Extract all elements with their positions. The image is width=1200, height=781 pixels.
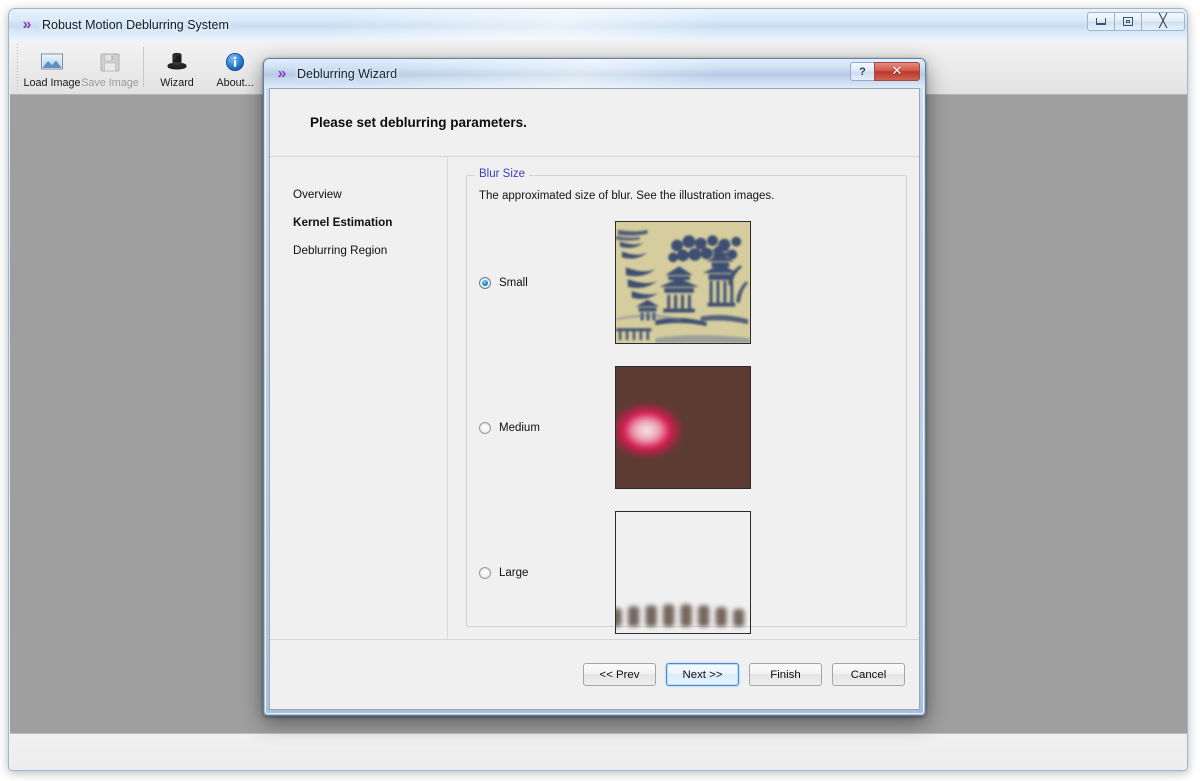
wizard-header: Please set deblurring parameters. — [270, 89, 919, 157]
blurred-azalea-illustration — [616, 367, 750, 488]
radio-option-small[interactable]: Small — [467, 276, 615, 289]
top-hat-icon — [167, 52, 187, 69]
toolbar-label-wizard: Wizard — [160, 76, 194, 89]
blur-size-groupbox: Blur Size The approximated size of blur.… — [466, 168, 907, 634]
nav-item-deblurring-region[interactable]: Deblurring Region — [293, 244, 447, 257]
help-button[interactable]: ? — [850, 62, 875, 81]
wizard-footer: << Prev Next >> Finish Cancel — [270, 639, 919, 709]
toolbar-label-load-image: Load Image — [23, 76, 81, 89]
next-button[interactable]: Next >> — [666, 663, 739, 686]
radio-option-large[interactable]: Large — [467, 566, 615, 579]
main-window-titlebar[interactable]: » Robust Motion Deblurring System ╳ — [9, 9, 1187, 40]
cancel-button[interactable]: Cancel — [832, 663, 905, 686]
wizard-title: Deblurring Wizard — [297, 66, 398, 81]
wizard-close-button[interactable]: ✕ — [874, 62, 920, 81]
main-window-title: Robust Motion Deblurring System — [42, 17, 229, 32]
close-icon: ╳ — [1159, 14, 1167, 29]
minimize-icon — [1096, 18, 1106, 25]
toolbar-separator — [143, 47, 144, 87]
nav-item-overview[interactable]: Overview — [293, 188, 447, 201]
toolbar-button-load-image[interactable]: Load Image — [23, 40, 81, 94]
toolbar-label-about: About... — [216, 76, 254, 89]
maximize-icon — [1123, 17, 1133, 26]
blur-size-option-large: Large — [467, 500, 906, 645]
thumbnail-small-blur[interactable] — [615, 221, 751, 344]
radio-label-medium: Medium — [499, 421, 540, 434]
radio-label-large: Large — [499, 566, 529, 579]
status-bar — [10, 733, 1187, 769]
blur-size-option-medium: Medium — [467, 355, 906, 500]
blur-size-option-small: Small — [467, 210, 906, 355]
info-circle-icon — [225, 52, 245, 71]
blur-size-options: Small Medium Large — [467, 210, 906, 645]
radio-option-medium[interactable]: Medium — [467, 421, 615, 434]
minimize-button[interactable] — [1087, 12, 1115, 31]
radio-label-small: Small — [499, 276, 528, 289]
nav-item-kernel-estimation[interactable]: Kernel Estimation — [293, 216, 447, 229]
thumbnail-medium-blur[interactable] — [615, 366, 751, 489]
wizard-step-nav: Overview Kernel Estimation Deblurring Re… — [270, 158, 448, 640]
wizard-content-pane: Blur Size The approximated size of blur.… — [448, 158, 919, 640]
toolbar-grip[interactable] — [14, 44, 21, 90]
radio-medium-icon[interactable] — [479, 421, 491, 434]
chevron-double-right-icon: » — [18, 16, 35, 33]
close-button[interactable]: ╳ — [1141, 12, 1185, 31]
open-image-icon — [41, 53, 63, 69]
finish-button[interactable]: Finish — [749, 663, 822, 686]
wizard-client-area: Please set deblurring parameters. Overvi… — [269, 88, 920, 710]
colosseum-arches-detail — [616, 604, 745, 627]
chevron-double-right-icon: » — [273, 65, 290, 82]
maximize-button[interactable] — [1114, 12, 1142, 31]
blur-size-description: The approximated size of blur. See the i… — [479, 190, 775, 202]
floppy-save-icon — [100, 53, 120, 71]
desktop-root: » Robust Motion Deblurring System ╳ Load… — [0, 0, 1200, 781]
toolbar-button-wizard[interactable]: Wizard — [148, 40, 206, 94]
prev-button[interactable]: << Prev — [583, 663, 656, 686]
toolbar-button-save-image[interactable]: Save Image — [81, 40, 139, 94]
window-controls: ╳ — [1087, 12, 1185, 31]
wizard-body: Overview Kernel Estimation Deblurring Re… — [270, 158, 919, 640]
blur-size-legend: Blur Size — [475, 168, 530, 180]
wizard-titlebar[interactable]: » Deblurring Wizard ? ✕ — [264, 59, 925, 88]
blue-willow-china-illustration — [616, 222, 750, 343]
radio-small-icon[interactable] — [479, 276, 491, 289]
wizard-window-controls: ? ✕ — [850, 62, 920, 81]
wizard-header-title: Please set deblurring parameters. — [310, 115, 527, 130]
thumbnail-large-blur[interactable] — [615, 511, 751, 634]
radio-large-icon[interactable] — [479, 566, 491, 579]
deblurring-wizard-dialog: » Deblurring Wizard ? ✕ Please set deblu… — [263, 58, 926, 716]
toolbar-label-save-image: Save Image — [81, 76, 139, 89]
toolbar-button-about[interactable]: About... — [206, 40, 264, 94]
